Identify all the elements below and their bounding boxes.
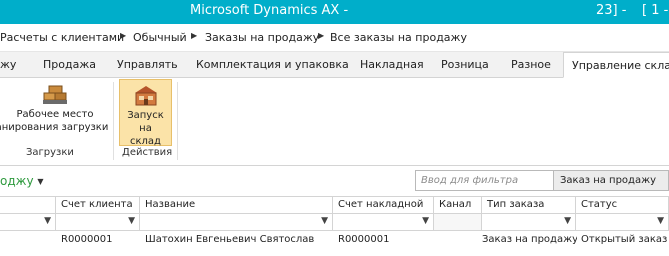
ribbon-tabs: жу Продажа Управлять Комплектация и упак… — [0, 52, 669, 78]
chevron-down-icon[interactable]: ▼ — [128, 216, 135, 226]
window-title-suffix: 23] - — [596, 3, 627, 18]
cell-customer-account: R0000001 — [61, 234, 113, 245]
tab-warehouse-management[interactable]: Управление склад — [563, 52, 669, 78]
tab-manage[interactable]: Управлять — [117, 52, 178, 78]
filter-cell-channel[interactable] — [434, 214, 482, 230]
filter-cell-status[interactable]: ▼ — [576, 214, 669, 230]
release-label-line1: Запуск на — [127, 110, 164, 134]
list-page-title[interactable]: оджу ▼ — [0, 174, 44, 188]
filter-cell-customer-account[interactable]: ▼ — [56, 214, 140, 230]
group-divider — [177, 82, 178, 160]
chevron-down-icon[interactable]: ▼ — [564, 216, 571, 226]
table-row[interactable]: R0000001 Шатохин Евгеньевич Святослав R0… — [0, 231, 669, 249]
grid-filter-row: ▼ ▼ ▼ ▼ ▼ ▼ — [0, 214, 669, 231]
tab-pick-and-pack[interactable]: Комплектация и упаковка — [196, 52, 349, 78]
list-title-text: оджу — [0, 174, 34, 188]
tab-sell[interactable]: Продажа — [43, 52, 96, 78]
column-header-status[interactable]: Статус — [576, 197, 669, 214]
ribbon: Рабочее место анирования загрузки Загруз… — [0, 78, 669, 166]
cell-channel — [434, 231, 482, 249]
breadcrumb-separator-icon: ▶ — [191, 31, 198, 40]
pallets-icon — [43, 85, 67, 104]
filter-field-selector[interactable]: Заказ на продажу — [554, 170, 669, 191]
breadcrumb-separator-icon: ▶ — [120, 31, 127, 40]
tab-partial[interactable]: жу — [0, 52, 16, 78]
filter-input[interactable] — [416, 171, 553, 190]
tab-invoice[interactable]: Накладная — [360, 52, 424, 78]
filter-cell-name[interactable]: ▼ — [140, 214, 333, 230]
group-actions: Запуск на склад Действия — [114, 78, 176, 166]
window-controls[interactable]: [ 1 - — [642, 3, 668, 18]
load-planning-workbench-button[interactable]: Рабочее место анирования загрузки — [0, 82, 110, 144]
breadcrumb-item-common[interactable]: Обычный — [133, 31, 187, 44]
column-header-order-type[interactable]: Тип заказа — [482, 197, 576, 214]
release-to-warehouse-button[interactable]: Запуск на склад — [119, 79, 172, 147]
filter-input-box[interactable] — [415, 170, 554, 191]
warehouse-icon — [134, 86, 157, 106]
group-label-actions: Действия — [122, 147, 173, 158]
tab-general[interactable]: Разное — [511, 52, 551, 78]
column-header-customer-account[interactable]: Счет клиента — [56, 197, 140, 214]
chevron-down-icon[interactable]: ▼ — [44, 216, 51, 226]
orders-grid: Счет клиента Название Счет накладной Кан… — [0, 196, 669, 256]
list-filter-bar: оджу ▼ Заказ на продажу — [0, 166, 669, 196]
column-header-invoice-account[interactable]: Счет накладной — [333, 197, 434, 214]
cell-invoice-account: R0000001 — [338, 234, 390, 245]
filter-cell-select[interactable]: ▼ — [0, 214, 56, 230]
load-planning-label-line1: Рабочее место — [16, 109, 94, 120]
title-bar: Microsoft Dynamics AX - 23] - [ 1 - — [0, 0, 669, 24]
chevron-down-icon[interactable]: ▼ — [321, 216, 328, 226]
tab-retail[interactable]: Розница — [441, 52, 489, 78]
filter-cell-invoice-account[interactable]: ▼ — [333, 214, 434, 230]
breadcrumb-item-sales-orders[interactable]: Заказы на продажу — [205, 31, 319, 44]
cell-name: Шатохин Евгеньевич Святослав — [145, 234, 315, 245]
breadcrumb: Расчеты с клиентами ▶ Обычный ▶ Заказы н… — [0, 24, 669, 52]
chevron-down-icon[interactable]: ▼ — [657, 216, 664, 226]
cell-order-type: Заказ на продажу — [482, 234, 577, 245]
load-planning-label-line2: анирования загрузки — [0, 122, 109, 133]
column-header-select[interactable] — [0, 197, 56, 214]
column-header-channel[interactable]: Канал — [434, 197, 482, 214]
breadcrumb-item-all-sales-orders[interactable]: Все заказы на продажу — [330, 31, 467, 44]
window-title: Microsoft Dynamics AX - — [190, 3, 349, 18]
group-loads: Рабочее место анирования загрузки Загруз… — [0, 78, 112, 166]
breadcrumb-separator-icon: ▶ — [318, 31, 325, 40]
chevron-down-icon[interactable]: ▼ — [422, 216, 429, 226]
cell-status: Открытый заказ — [581, 234, 668, 245]
group-label-loads: Загрузки — [26, 147, 74, 158]
grid-header: Счет клиента Название Счет накладной Кан… — [0, 196, 669, 214]
chevron-down-icon[interactable]: ▼ — [37, 177, 43, 186]
column-header-name[interactable]: Название — [140, 197, 333, 214]
filter-cell-order-type[interactable]: ▼ — [482, 214, 576, 230]
breadcrumb-item-customers[interactable]: Расчеты с клиентами — [0, 31, 124, 44]
